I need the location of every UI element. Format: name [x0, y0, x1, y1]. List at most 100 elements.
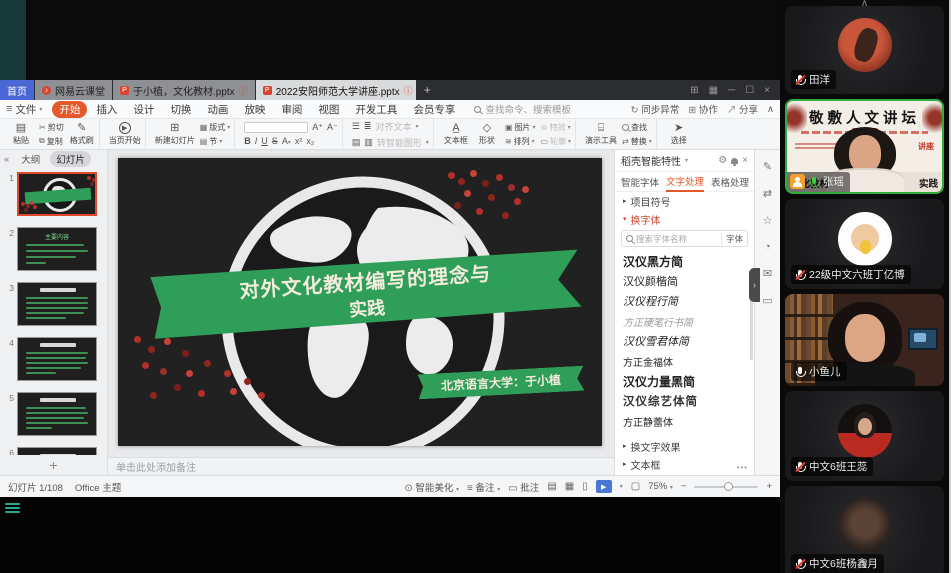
- tab-outline[interactable]: 大纲: [15, 151, 46, 167]
- font-filter-dropdown[interactable]: 字体: [721, 233, 743, 245]
- menu-item-transition[interactable]: 切换: [163, 101, 198, 118]
- participant-tile-zhangyao[interactable]: 敬敷人文讲坛 讲座 文化教材 实践 张瑶: [785, 99, 944, 194]
- bullet-list-icon[interactable]: ☰: [352, 121, 360, 132]
- menu-item-animation[interactable]: 动画: [200, 101, 235, 118]
- history-icon[interactable]: ◔: [764, 241, 771, 253]
- align-center-icon[interactable]: ▥: [364, 137, 373, 148]
- layout-button[interactable]: ▦版式▾: [200, 122, 231, 133]
- slide-thumbnail-6[interactable]: [17, 447, 97, 455]
- font-decrease-button[interactable]: A⁻: [327, 122, 338, 133]
- italic-button[interactable]: I: [255, 136, 258, 146]
- slide-canvas[interactable]: 对外文化教材编写的理念与 实践 北京语言大学：于小植: [108, 150, 614, 457]
- font-color-button[interactable]: A▾: [282, 136, 291, 146]
- menu-item-design[interactable]: 设计: [126, 101, 161, 118]
- zoom-slider-knob[interactable]: [724, 482, 733, 491]
- zoom-out-button[interactable]: −: [681, 481, 687, 492]
- menu-item-membership[interactable]: 会员专享: [406, 101, 462, 118]
- paste-button[interactable]: ▤粘贴: [8, 123, 34, 146]
- scroll-down-chevron[interactable]: ∨: [860, 557, 868, 570]
- comments-button[interactable]: ▭ 批注: [508, 480, 539, 494]
- panel-expand-handle[interactable]: ›: [749, 268, 760, 302]
- font-option[interactable]: 方正静蕾体: [623, 411, 746, 431]
- notes-toggle-button[interactable]: ≡ 备注 ▾: [467, 480, 500, 494]
- tab-netease[interactable]: ♪ 网易云课堂: [35, 80, 112, 100]
- text-box-button[interactable]: A̲文本框: [443, 123, 469, 146]
- format-painter-button[interactable]: ✎格式刷: [69, 123, 95, 146]
- tab-smart-fonts[interactable]: 智能字体: [621, 173, 659, 191]
- image-button[interactable]: ▣图片▾: [505, 122, 536, 133]
- reading-view-icon[interactable]: ▯: [582, 481, 588, 492]
- align-left-icon[interactable]: ▤: [352, 137, 361, 148]
- tab-slides[interactable]: 幻灯片: [50, 151, 91, 167]
- effect-button[interactable]: ☆特效▾: [540, 122, 571, 133]
- font-search-box[interactable]: 搜索字体名称 字体: [621, 230, 748, 247]
- bell-icon[interactable]: [731, 158, 738, 164]
- minimize-button[interactable]: ─: [728, 85, 735, 96]
- command-search[interactable]: 查找命令、搜索模板: [474, 102, 571, 116]
- menu-item-view[interactable]: 视图: [311, 101, 346, 118]
- participant-tile-wangrui[interactable]: 中文6班王蕊: [785, 391, 944, 481]
- find-button[interactable]: 查找: [622, 122, 652, 133]
- sync-status[interactable]: ↻ 同步异常: [631, 102, 680, 116]
- fit-window-icon[interactable]: ▢: [631, 481, 640, 492]
- new-tab-button[interactable]: +: [416, 80, 439, 100]
- section-change-font[interactable]: ▾换字体: [615, 210, 754, 228]
- number-list-icon[interactable]: ≣: [364, 121, 372, 132]
- strikethrough-button[interactable]: S: [272, 136, 278, 146]
- participant-tile-dingyibo[interactable]: 22级中文六班丁亿博: [785, 199, 944, 289]
- play-from-current-button[interactable]: ▶当页开始: [109, 122, 141, 146]
- collaborate-button[interactable]: ⊞ 协作: [688, 102, 718, 116]
- menu-item-home[interactable]: 开始: [52, 101, 87, 118]
- play-options-caret[interactable]: ▾: [620, 483, 623, 490]
- participant-tile-yangxinyue[interactable]: 中文6班杨鑫月 ∨: [785, 486, 944, 573]
- copy-button[interactable]: ⧉复制: [39, 136, 64, 147]
- select-button[interactable]: ➤选择: [666, 123, 692, 146]
- smart-graphic-button[interactable]: 转智能图形: [377, 136, 422, 149]
- collapse-panel-icon[interactable]: «: [4, 154, 9, 165]
- slideshow-play-button[interactable]: ▶: [596, 480, 612, 493]
- collapse-ribbon-icon[interactable]: ∧: [767, 104, 774, 115]
- font-option[interactable]: 汉仪雪君体简: [623, 331, 746, 351]
- menu-item-slideshow[interactable]: 放映: [237, 101, 272, 118]
- superscript-button[interactable]: x²: [295, 136, 303, 146]
- subscript-button[interactable]: x₂: [306, 136, 314, 146]
- normal-view-icon[interactable]: ▤: [547, 481, 556, 492]
- tab-doc-1[interactable]: P 于小植，文化教材.pptx ⓘ: [113, 80, 255, 100]
- gear-icon[interactable]: ⚙: [718, 155, 727, 166]
- mail-icon[interactable]: ✉: [763, 267, 772, 280]
- underline-button[interactable]: U: [261, 136, 268, 146]
- slide-thumbnail-1[interactable]: [17, 172, 97, 216]
- sync-icon[interactable]: ⇄: [763, 187, 772, 200]
- participant-tile-tianyang[interactable]: 田洋: [785, 6, 944, 94]
- font-option[interactable]: 方正金福体: [623, 351, 746, 371]
- slide-thumbnail-5[interactable]: [17, 392, 97, 436]
- chat-icon[interactable]: ▭: [762, 294, 772, 307]
- tab-table-processing[interactable]: 表格处理: [711, 173, 749, 191]
- section-bullets[interactable]: ▸项目符号: [615, 192, 754, 210]
- participant-tile-xiaoyuer[interactable]: 小鱼儿: [785, 294, 944, 386]
- font-option[interactable]: 方正硬笔行书简: [623, 311, 746, 331]
- grid-view-icon[interactable]: ▦: [709, 85, 718, 96]
- zoom-level[interactable]: 75% ▾: [648, 481, 673, 492]
- outline-button[interactable]: ▭轮廓▾: [540, 136, 571, 147]
- slide-thumbnail-2[interactable]: 主要内容: [17, 227, 97, 271]
- share-button[interactable]: ↗ 分享: [727, 102, 758, 116]
- menu-item-devtools[interactable]: 开发工具: [348, 101, 404, 118]
- slide-thumbnail-3[interactable]: [17, 282, 97, 326]
- add-slide-button[interactable]: +: [0, 455, 107, 475]
- section-text-box[interactable]: ▸文本框: [615, 455, 754, 473]
- section-text-effects[interactable]: ▸换文字效果: [615, 437, 754, 455]
- tab-doc-2-active[interactable]: P 2022安阳师范大学讲座.pptx ⓘ •: [256, 80, 416, 100]
- maximize-button[interactable]: ☐: [745, 85, 754, 96]
- arrange-button[interactable]: ≋排列▾: [505, 136, 536, 147]
- section-button[interactable]: ▤节▾: [200, 136, 231, 147]
- layout-switch-icon[interactable]: ⊞: [690, 85, 698, 96]
- file-menu[interactable]: ≡ 文件 ▾: [6, 102, 42, 117]
- font-option[interactable]: 汉仪程行简: [623, 291, 746, 311]
- menu-item-insert[interactable]: 插入: [89, 101, 124, 118]
- slide-thumbnail-4[interactable]: [17, 337, 97, 381]
- replace-button[interactable]: ⇄替换▾: [622, 136, 652, 147]
- meeting-toolbar-menu-icon[interactable]: [5, 503, 20, 515]
- new-slide-button[interactable]: ⊞新建幻灯片: [155, 123, 195, 146]
- zoom-slider[interactable]: [694, 486, 758, 488]
